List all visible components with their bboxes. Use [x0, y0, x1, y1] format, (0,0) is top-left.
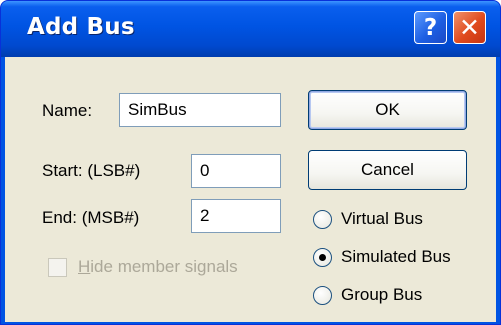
- hide-member-signals-checkbox: [48, 257, 67, 277]
- ok-button-label: OK: [375, 100, 400, 119]
- hide-member-signals-label: Hide member signals: [78, 257, 238, 277]
- radio-group-bus-circle[interactable]: [313, 285, 332, 305]
- radio-group-bus[interactable]: Group Bus: [313, 282, 422, 308]
- cancel-button[interactable]: Cancel: [308, 150, 467, 190]
- help-glyph: ?: [423, 14, 438, 41]
- end-msb-input[interactable]: 2: [191, 199, 281, 233]
- dialog-title: Add Bus: [27, 14, 135, 40]
- help-icon[interactable]: ?: [414, 11, 447, 44]
- cancel-button-label: Cancel: [361, 160, 414, 179]
- title-bar[interactable]: Add Bus ? ✕: [1, 1, 500, 57]
- start-lsb-label: Start: (LSB#): [42, 161, 141, 180]
- hide-member-signals-mnemonic: H: [78, 257, 91, 276]
- radio-virtual-bus-circle[interactable]: [313, 209, 332, 229]
- radio-group-bus-label: Group Bus: [341, 285, 423, 304]
- radio-virtual-bus-label: Virtual Bus: [341, 209, 423, 228]
- hide-member-signals-option: Hide member signals: [48, 257, 238, 277]
- radio-simulated-bus[interactable]: Simulated Bus: [313, 244, 451, 270]
- close-glyph: ✕: [459, 13, 480, 42]
- add-bus-dialog: Add Bus ? ✕ Name: SimBus Start: (LSB#) 0…: [0, 0, 501, 325]
- end-msb-label: End: (MSB#): [42, 208, 140, 227]
- radio-simulated-bus-label: Simulated Bus: [341, 247, 451, 266]
- name-input[interactable]: SimBus: [119, 93, 281, 127]
- ok-button[interactable]: OK: [308, 90, 467, 130]
- radio-simulated-bus-circle[interactable]: [313, 247, 332, 267]
- radio-virtual-bus[interactable]: Virtual Bus: [313, 206, 423, 232]
- dialog-body: Name: SimBus Start: (LSB#) 0 End: (MSB#)…: [5, 57, 496, 322]
- hide-member-signals-text: ide member signals: [90, 257, 238, 276]
- start-lsb-input[interactable]: 0: [191, 154, 281, 188]
- name-label: Name:: [42, 101, 93, 120]
- close-icon[interactable]: ✕: [453, 11, 486, 44]
